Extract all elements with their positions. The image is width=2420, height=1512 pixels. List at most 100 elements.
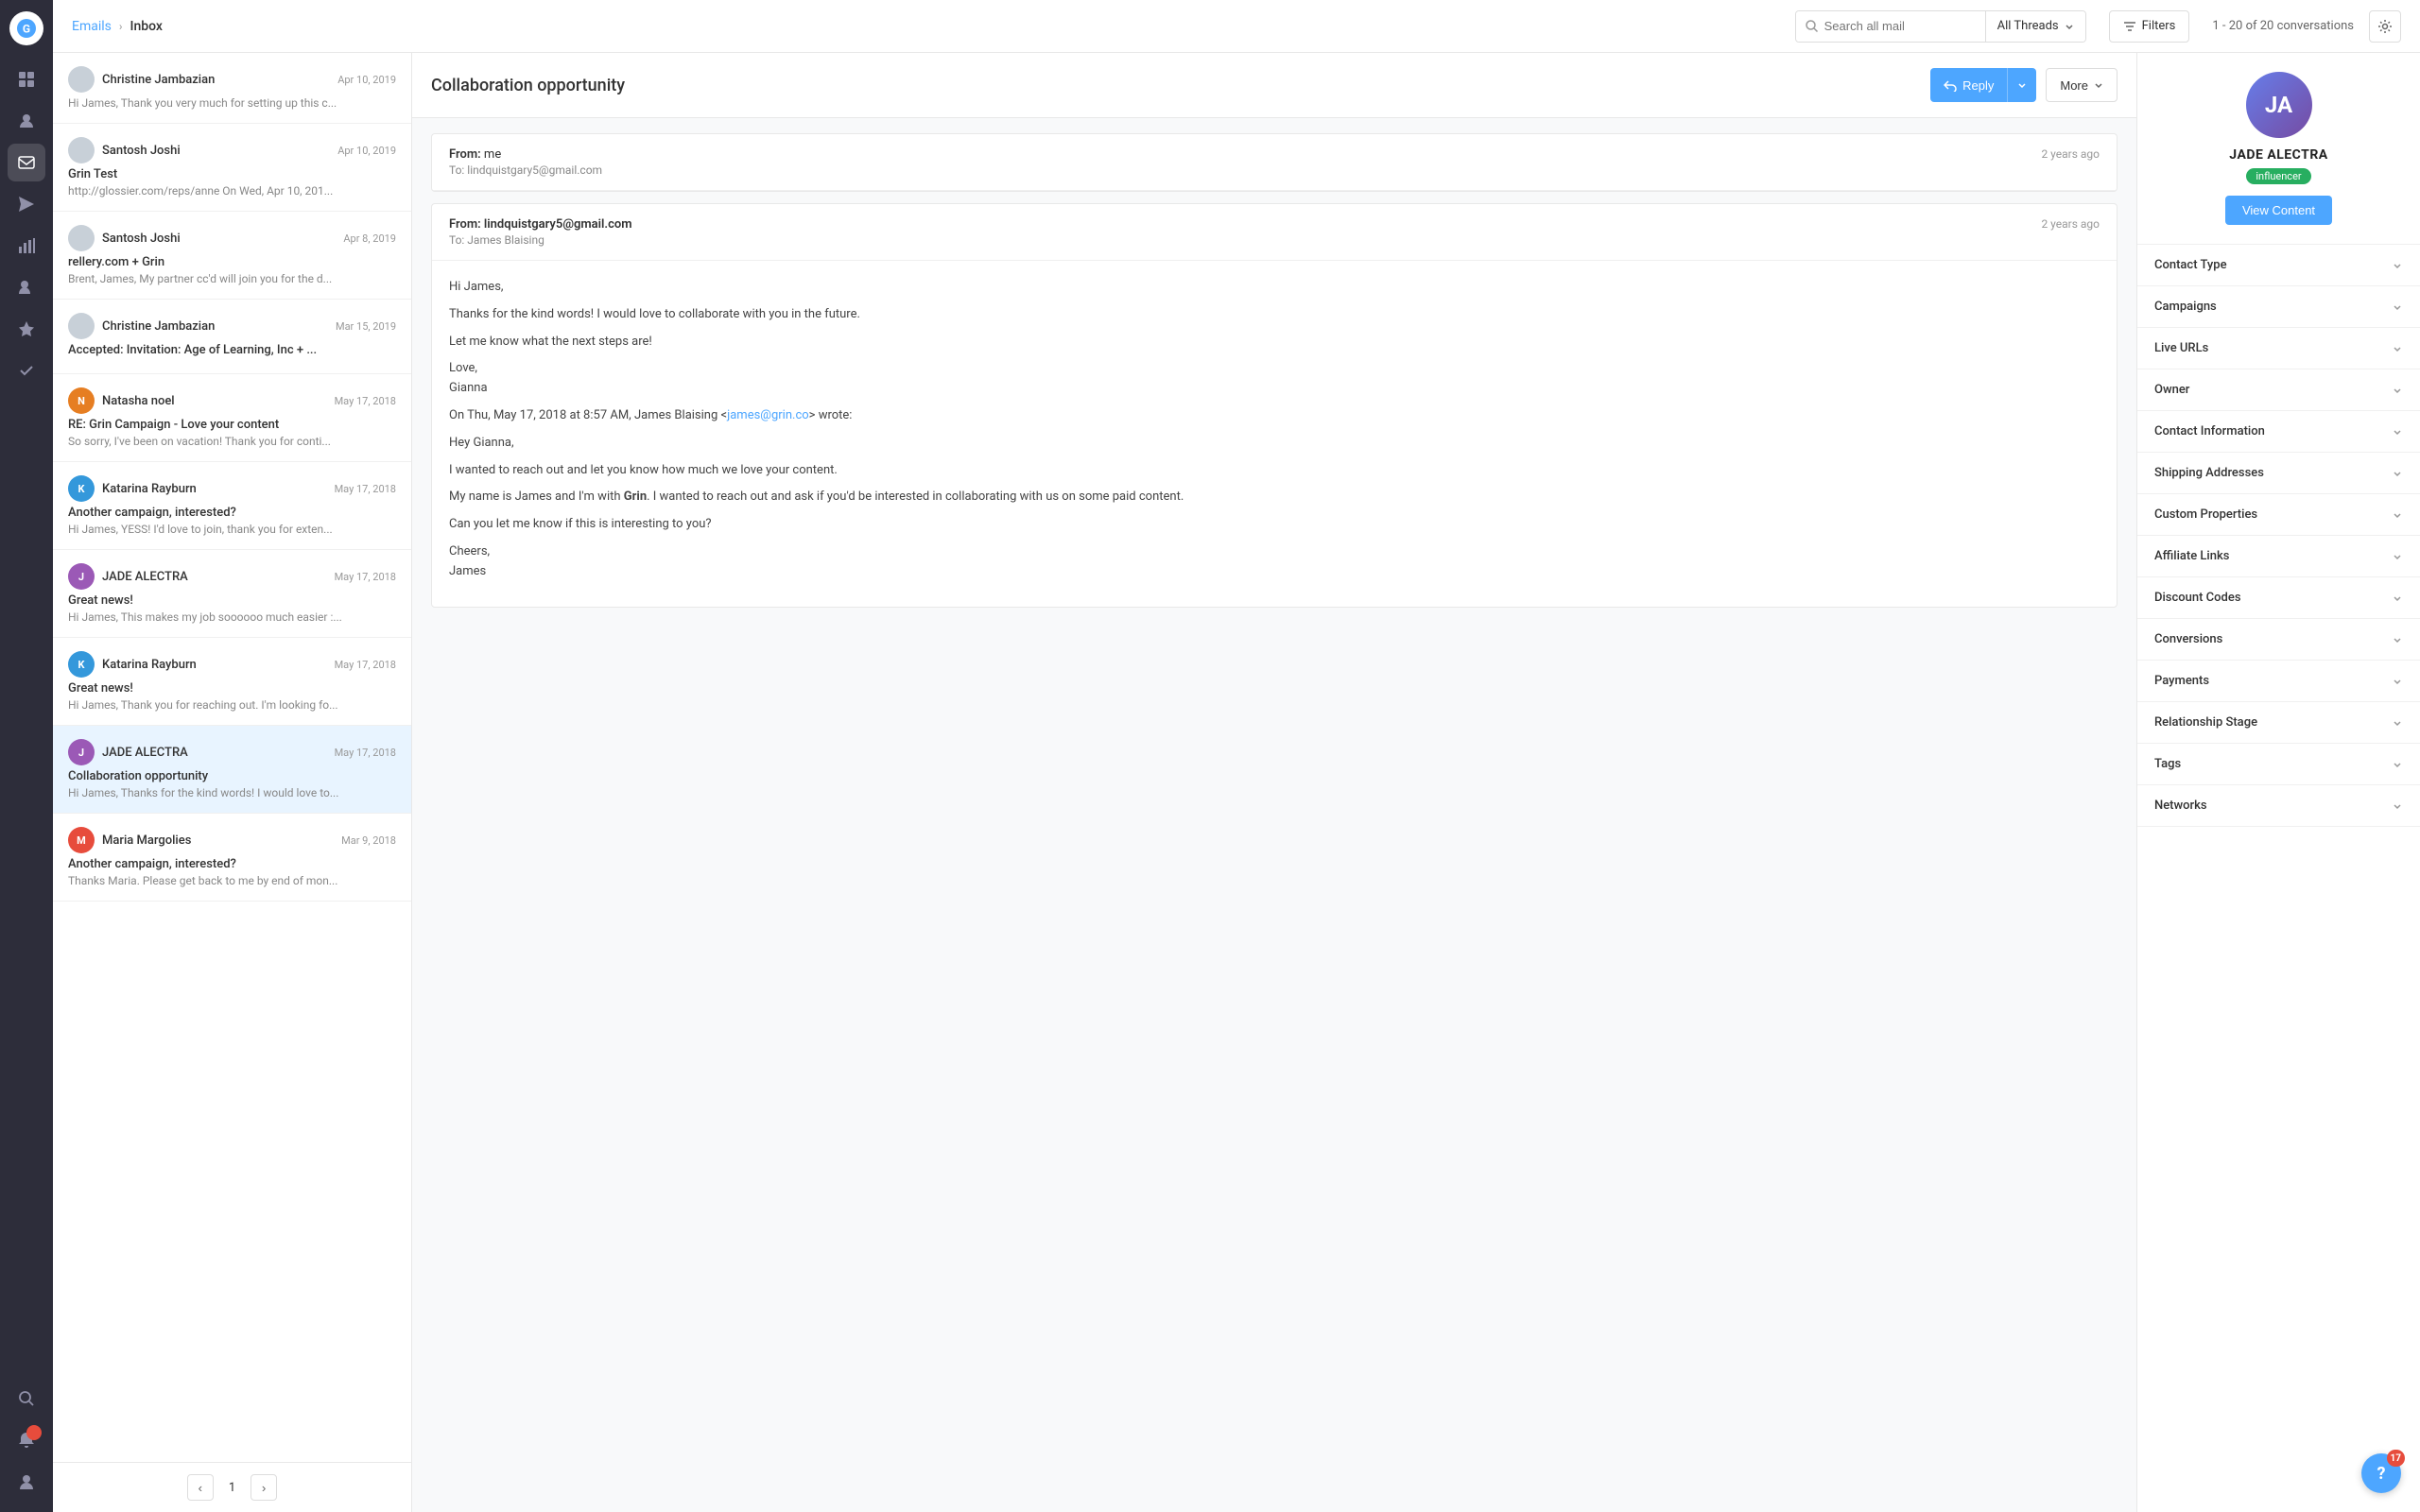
email-subject: RE: Grin Campaign - Love your content — [68, 418, 396, 432]
accordion-affiliate-links-header[interactable]: Affiliate Links — [2137, 536, 2420, 576]
accordion-discount-codes-header[interactable]: Discount Codes — [2137, 577, 2420, 618]
email-card-1: From: me To: lindquistgary5@gmail.com 2 … — [431, 133, 2118, 192]
sender-name: Christine Jambazian — [102, 319, 215, 334]
email-card-2: From: lindquistgary5@gmail.com To: James… — [431, 203, 2118, 608]
accordion-contact-type-header[interactable]: Contact Type — [2137, 245, 2420, 285]
page-number: 1 — [229, 1481, 235, 1495]
accordion-affiliate-links: Affiliate Links — [2137, 536, 2420, 577]
accordion-campaigns-header[interactable]: Campaigns — [2137, 286, 2420, 327]
accordion-relationship-stage-header[interactable]: Relationship Stage — [2137, 702, 2420, 743]
nav-notifications[interactable] — [8, 1421, 45, 1459]
reply-icon — [1944, 78, 1957, 92]
accordion-tags-header[interactable]: Tags — [2137, 744, 2420, 784]
accordion-contact-information: Contact Information — [2137, 411, 2420, 453]
reply-dropdown-arrow[interactable] — [2007, 68, 2036, 102]
email-sender: J JADE ALECTRA — [68, 739, 188, 765]
accordion-campaigns: Campaigns — [2137, 286, 2420, 328]
nav-dashboard[interactable] — [8, 60, 45, 98]
email-list-item[interactable]: Santosh Joshi Apr 8, 2019 rellery.com + … — [53, 212, 411, 300]
accordion-chevron-icon — [2392, 385, 2403, 396]
sender-name: Katarina Rayburn — [102, 658, 197, 672]
email-view: Collaboration opportunity Reply — [412, 53, 2136, 1512]
email-preview: Hi James, YESS! I'd love to join, thank … — [68, 523, 396, 536]
thread-filter-label: All Threads — [1997, 19, 2059, 33]
accordion-conversions-header[interactable]: Conversions — [2137, 619, 2420, 660]
email-list-item[interactable]: J JADE ALECTRA May 17, 2018 Great news! … — [53, 550, 411, 638]
email-card-2-from: From: lindquistgary5@gmail.com — [449, 217, 632, 232]
accordion-custom-properties: Custom Properties — [2137, 494, 2420, 536]
search-input[interactable] — [1824, 19, 1976, 33]
email-list-item-active[interactable]: J JADE ALECTRA May 17, 2018 Collaboratio… — [53, 726, 411, 814]
nav-contacts[interactable] — [8, 102, 45, 140]
sender-name: Christine Jambazian — [102, 73, 215, 87]
email-list-item[interactable]: Santosh Joshi Apr 10, 2019 Grin Test htt… — [53, 124, 411, 212]
search-input-wrapper — [1796, 11, 1985, 42]
email-list-item[interactable]: Christine Jambazian Mar 15, 2019 Accepte… — [53, 300, 411, 374]
email-sender: Santosh Joshi — [68, 225, 181, 251]
email-sender: M Maria Margolies — [68, 827, 191, 853]
prev-page-button[interactable]: ‹ — [187, 1474, 214, 1501]
sender-name: JADE ALECTRA — [102, 570, 188, 584]
accordion-custom-properties-header[interactable]: Custom Properties — [2137, 494, 2420, 535]
email-card-2-from-section: From: lindquistgary5@gmail.com To: James… — [449, 217, 632, 247]
right-panel: JA JADE ALECTRA influencer View Content … — [2136, 53, 2420, 1512]
accordion-payments-header[interactable]: Payments — [2137, 661, 2420, 701]
nav-starred[interactable] — [8, 310, 45, 348]
email-subject: Another campaign, interested? — [68, 506, 396, 520]
accordion-contact-information-header[interactable]: Contact Information — [2137, 411, 2420, 452]
email-sender: K Katarina Rayburn — [68, 475, 197, 502]
accordion-custom-properties-label: Custom Properties — [2154, 507, 2257, 522]
breadcrumb-emails[interactable]: Emails — [72, 19, 112, 34]
email-date: May 17, 2018 — [335, 483, 396, 495]
body-area: Christine Jambazian Apr 10, 2019 Hi Jame… — [53, 53, 2420, 1512]
email-card-from: From: me — [449, 147, 602, 162]
email-list-item[interactable]: Christine Jambazian Apr 10, 2019 Hi Jame… — [53, 53, 411, 124]
email-subject: Collaboration opportunity — [68, 769, 396, 783]
email-list-item[interactable]: K Katarina Rayburn May 17, 2018 Great ne… — [53, 638, 411, 726]
email-list-item[interactable]: M Maria Margolies Mar 9, 2018 Another ca… — [53, 814, 411, 902]
settings-icon-btn[interactable] — [2369, 10, 2401, 43]
accordion-chevron-icon — [2392, 468, 2403, 479]
email-list-item[interactable]: N Natasha noel May 17, 2018 RE: Grin Cam… — [53, 374, 411, 462]
reply-chevron-icon — [2017, 80, 2027, 90]
quoted-line-1: I wanted to reach out and let you know h… — [449, 461, 2100, 481]
view-content-button[interactable]: View Content — [2225, 196, 2332, 225]
email-card-to: To: lindquistgary5@gmail.com — [449, 163, 602, 177]
nav-emails[interactable] — [8, 144, 45, 181]
accordion-relationship-stage: Relationship Stage — [2137, 702, 2420, 744]
nav-send[interactable] — [8, 185, 45, 223]
email-sender: J JADE ALECTRA — [68, 563, 188, 590]
filters-button[interactable]: Filters — [2109, 10, 2190, 43]
email-date: May 17, 2018 — [335, 395, 396, 407]
email-link[interactable]: james@grin.co — [727, 408, 809, 422]
nav-search[interactable] — [8, 1380, 45, 1418]
nav-add-user[interactable] — [8, 268, 45, 306]
accordion-networks-header[interactable]: Networks — [2137, 785, 2420, 826]
nav-reports[interactable] — [8, 227, 45, 265]
nav-checkmark[interactable] — [8, 352, 45, 389]
app-logo[interactable]: G — [9, 11, 43, 45]
email-item-header: Christine Jambazian Apr 10, 2019 — [68, 66, 396, 93]
quoted-line-2: My name is James and I'm with Grin. I wa… — [449, 488, 2100, 507]
reply-button[interactable]: Reply — [1930, 68, 2036, 102]
email-sender: Santosh Joshi — [68, 137, 181, 163]
more-button[interactable]: More — [2046, 68, 2118, 102]
accordion-live-urls-header[interactable]: Live URLs — [2137, 328, 2420, 369]
accordion-shipping-addresses-header[interactable]: Shipping Addresses — [2137, 453, 2420, 493]
help-badge: 17 — [2387, 1450, 2405, 1467]
email-preview: Hi James, This makes my job soooooo much… — [68, 610, 396, 624]
email-date: Apr 10, 2019 — [337, 145, 396, 157]
email-list-item[interactable]: K Katarina Rayburn May 17, 2018 Another … — [53, 462, 411, 550]
nav-profile[interactable] — [8, 1463, 45, 1501]
next-page-button[interactable]: › — [251, 1474, 277, 1501]
thread-filter-dropdown[interactable]: All Threads — [1985, 11, 2085, 42]
accordion-owner-header[interactable]: Owner — [2137, 369, 2420, 410]
email-preview: So sorry, I've been on vacation! Thank y… — [68, 435, 396, 448]
filter-label: Filters — [2142, 19, 2176, 33]
email-preview: http://glossier.com/reps/anne On Wed, Ap… — [68, 184, 396, 198]
quoted-greeting: Hey Gianna, — [449, 434, 2100, 454]
help-button[interactable]: 17 ? — [2361, 1453, 2401, 1493]
sender-avatar: K — [68, 651, 95, 678]
accordion-shipping-addresses: Shipping Addresses — [2137, 453, 2420, 494]
email-item-header: J JADE ALECTRA May 17, 2018 — [68, 739, 396, 765]
